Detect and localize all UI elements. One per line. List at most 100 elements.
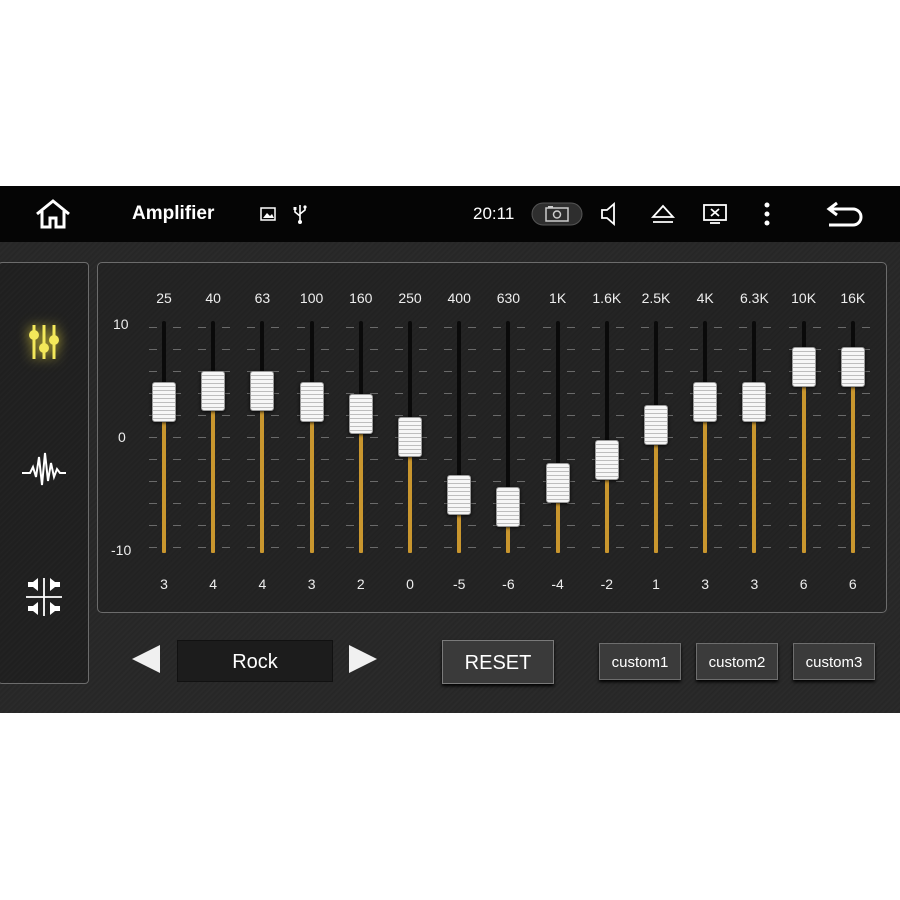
scale-tick <box>419 503 427 504</box>
back-icon[interactable] <box>822 186 870 242</box>
scale-tick <box>320 327 329 328</box>
scale-tick <box>542 503 551 504</box>
scale-tick <box>690 503 699 504</box>
scale-tick <box>714 547 723 548</box>
scale-tick <box>812 547 821 548</box>
band-level-fill <box>850 367 855 553</box>
equalizer-panel: 10 0 -10 25 3 40 4 63 4 100 3 160 2 250 0 400 -5 630 -6… <box>97 262 887 613</box>
scale-tick <box>149 547 157 548</box>
scale-tick <box>222 437 231 438</box>
scale-tick <box>493 547 502 548</box>
scale-tick <box>517 437 526 438</box>
band-track[interactable] <box>162 321 166 553</box>
band-slider-knob[interactable] <box>201 370 226 411</box>
scale-tick <box>493 459 502 460</box>
band-slider-knob[interactable] <box>693 382 718 423</box>
scale-tick <box>837 503 846 504</box>
scale-tick <box>566 415 575 416</box>
band-track[interactable] <box>555 321 560 553</box>
scale-tick <box>714 481 723 482</box>
scale-tick <box>861 437 870 438</box>
band-track[interactable] <box>309 321 314 553</box>
band-value-label: 3 <box>307 576 316 592</box>
band-slider-knob[interactable] <box>545 463 570 504</box>
band-value-label: 3 <box>160 576 168 592</box>
scale-tick <box>763 547 772 548</box>
band-track[interactable] <box>457 321 462 553</box>
scale-tick <box>665 327 673 328</box>
scale-tick <box>641 371 649 372</box>
scale-tick <box>173 547 181 548</box>
band-slider-knob[interactable] <box>299 382 324 423</box>
scale-tick <box>690 481 699 482</box>
scale-tick <box>320 371 329 372</box>
scale-tick <box>198 525 207 526</box>
band-track[interactable] <box>604 321 609 553</box>
band-slider-knob[interactable] <box>594 440 619 481</box>
scale-tick <box>222 459 231 460</box>
previous-preset-button[interactable] <box>129 642 163 680</box>
band-slider-knob[interactable] <box>840 347 865 388</box>
scale-tick <box>566 547 575 548</box>
scale-tick <box>837 547 846 548</box>
band-slider-knob[interactable] <box>348 393 373 434</box>
band-slider-knob[interactable] <box>250 370 275 411</box>
band-frequency-label: 25 <box>156 290 172 306</box>
equalizer-tab[interactable] <box>19 319 69 369</box>
scale-tick <box>247 437 256 438</box>
band-slider-knob[interactable] <box>398 417 422 457</box>
scale-tick <box>542 415 551 416</box>
scale-tick <box>837 415 846 416</box>
scale-tick <box>591 349 600 350</box>
scale-tick <box>591 393 600 394</box>
band-slider-knob[interactable] <box>152 382 176 423</box>
band-track[interactable] <box>260 321 265 553</box>
band-level-fill <box>801 367 806 553</box>
balance-tab[interactable] <box>19 574 69 624</box>
reset-button[interactable]: RESET <box>442 640 554 684</box>
scale-tick <box>222 327 231 328</box>
scale-tick <box>395 349 403 350</box>
custom1-button[interactable]: custom1 <box>599 643 681 680</box>
scale-tick <box>763 481 772 482</box>
next-preset-button[interactable] <box>346 642 380 680</box>
scale-tick <box>861 503 870 504</box>
screenshot-icon[interactable] <box>531 186 583 242</box>
band-track[interactable] <box>703 321 708 553</box>
eject-icon[interactable] <box>648 186 678 242</box>
scale-tick <box>444 393 453 394</box>
custom2-button[interactable]: custom2 <box>696 643 778 680</box>
scale-tick <box>739 437 748 438</box>
scale-tick <box>788 415 797 416</box>
band-slider-knob[interactable] <box>496 486 521 527</box>
scale-tick <box>247 459 256 460</box>
scale-tick <box>468 349 477 350</box>
band-track[interactable] <box>752 321 757 553</box>
scale-tick <box>615 481 624 482</box>
scale-tick <box>788 327 797 328</box>
scale-tick <box>345 547 354 548</box>
band-slider-knob[interactable] <box>447 475 472 515</box>
sound-field-tab[interactable] <box>19 446 69 496</box>
volume-icon[interactable] <box>596 186 624 242</box>
band-track[interactable] <box>211 321 216 553</box>
scale-tick <box>271 547 280 548</box>
custom3-button[interactable]: custom3 <box>793 643 875 680</box>
scale-tick <box>444 437 453 438</box>
scale-tick <box>714 525 723 526</box>
scale-tick <box>320 503 329 504</box>
scale-tick <box>198 547 207 548</box>
scale-tick <box>615 525 624 526</box>
more-vert-icon[interactable] <box>756 186 778 242</box>
band-slider-knob[interactable] <box>742 382 767 423</box>
scale-tick <box>542 525 551 526</box>
scale-tick <box>296 327 305 328</box>
display-off-icon[interactable] <box>700 186 730 242</box>
band-track[interactable] <box>358 321 363 553</box>
scale-tick <box>320 459 329 460</box>
band-slider-knob[interactable] <box>791 347 816 388</box>
scale-tick <box>763 437 772 438</box>
scale-tick <box>468 437 477 438</box>
band-slider-knob[interactable] <box>644 405 668 446</box>
home-icon[interactable] <box>30 186 76 242</box>
